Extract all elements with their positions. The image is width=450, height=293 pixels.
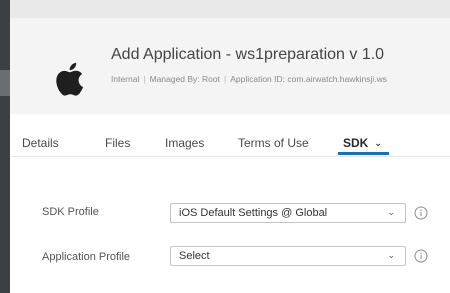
tab-files[interactable]: Files <box>105 136 130 150</box>
app-type: Internal <box>111 74 140 84</box>
tab-images[interactable]: Images <box>165 136 204 150</box>
application-profile-select[interactable]: Select ⌄ <box>170 246 406 266</box>
chevron-down-icon: ⌄ <box>387 207 395 217</box>
sdk-profile-value: iOS Default Settings @ Global <box>179 207 328 219</box>
sdk-profile-select[interactable]: iOS Default Settings @ Global ⌄ <box>170 203 406 223</box>
meta-separator: | <box>223 74 227 84</box>
tab-divider <box>10 156 450 157</box>
window-top-edge <box>0 0 450 18</box>
active-tab-indicator <box>338 152 389 155</box>
chevron-down-icon: ⌄ <box>387 250 395 260</box>
info-circle-icon[interactable] <box>414 206 428 220</box>
application-id: Application ID: com.airwatch.hawkinsji.w… <box>230 74 388 84</box>
tab-bar: Details Files Images Terms of Use SDK ⌄ <box>10 114 450 156</box>
tab-sdk-label: SDK <box>343 136 369 150</box>
tab-details[interactable]: Details <box>22 136 59 150</box>
tab-sdk[interactable]: SDK ⌄ <box>343 136 382 150</box>
chevron-down-icon: ⌄ <box>374 138 382 148</box>
info-circle-icon[interactable] <box>414 249 428 263</box>
left-nav-rail-highlight <box>0 70 10 96</box>
apple-logo-icon <box>56 62 84 96</box>
tab-terms-of-use[interactable]: Terms of Use <box>238 136 309 150</box>
application-profile-label: Application Profile <box>42 251 131 263</box>
left-nav-rail <box>0 0 10 293</box>
sdk-profile-label: SDK Profile <box>42 206 99 218</box>
application-profile-value: Select <box>179 250 210 262</box>
app-meta-line: Internal | Managed By: Root | Application ID… <box>111 74 450 84</box>
meta-separator: | <box>143 74 146 84</box>
managed-by: Managed By: Root <box>149 74 220 84</box>
page-title: Add Application - ws1preparation v 1.0 <box>111 46 385 63</box>
